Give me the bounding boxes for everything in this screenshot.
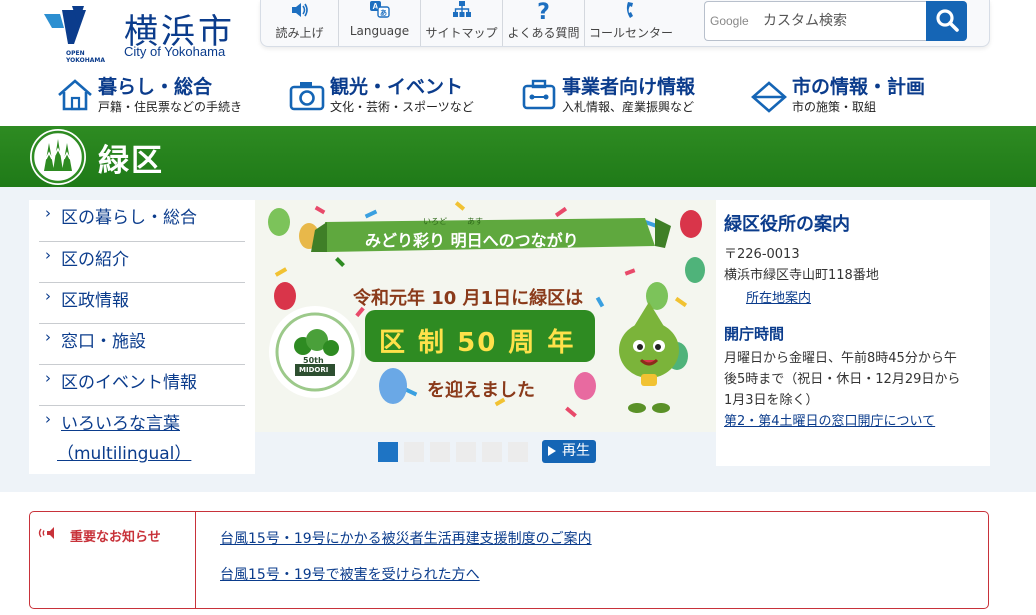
- search-input[interactable]: [704, 1, 926, 41]
- office-postal: 〒226-0013: [724, 247, 800, 262]
- sitemap-icon: [421, 0, 502, 24]
- notice-link-1[interactable]: 台風15号・19号にかかる被災者生活再建支援制度のご案内: [220, 528, 592, 548]
- office-saturday-link[interactable]: 第2・第4土曜日の窓口開庁について: [724, 414, 935, 429]
- carousel-dot-3[interactable]: [430, 442, 450, 462]
- tool-language[interactable]: Aあ Language: [339, 0, 421, 46]
- side-item-events[interactable]: › 区のイベント情報: [39, 365, 245, 406]
- office-hours-1: 月曜日から金曜日、午前8時45分から午: [724, 351, 957, 366]
- diamond-icon: [751, 81, 787, 113]
- side-item-introduction[interactable]: › 区の紹介: [39, 242, 245, 283]
- carousel-dot-6[interactable]: [508, 442, 528, 462]
- tool-read-aloud[interactable]: 読み上げ: [261, 0, 339, 46]
- search-icon: [935, 8, 959, 32]
- logo-city-name-en: City of Yokohama: [124, 44, 226, 59]
- business-icon: [522, 79, 556, 110]
- gnav-tourism[interactable]: 観光・イベント 文化・芸術・スポーツなど: [288, 70, 498, 120]
- camera-icon: [289, 82, 325, 111]
- office-hours-2: 後5時まで（祝日・休日・12月29日から: [724, 372, 961, 387]
- house-icon: [58, 79, 92, 111]
- chevron-right-icon: ›: [45, 287, 51, 305]
- phone-icon: [585, 0, 677, 24]
- search-button[interactable]: [926, 1, 967, 41]
- question-icon: ?: [537, 0, 550, 25]
- chevron-right-icon: ›: [45, 246, 51, 264]
- ward-title: 緑区: [98, 143, 164, 179]
- chevron-right-icon: ›: [45, 369, 51, 387]
- carousel-play-button[interactable]: 再生: [542, 440, 596, 463]
- side-item-facilities[interactable]: › 窓口・施設: [39, 324, 245, 365]
- gnav-living[interactable]: 暮らし・総合 戸籍・住民票などの手続き: [56, 70, 266, 120]
- side-item-administration[interactable]: › 区政情報: [39, 283, 245, 324]
- svg-text:あ: あ: [380, 8, 387, 17]
- slide-ruby-2: あす: [467, 217, 483, 226]
- carousel-slide[interactable]: いろど あす みどり彩り 明日へのつながり 令和元年 10 月1日に緑区は 区 …: [255, 200, 716, 432]
- notice-link-2[interactable]: 台風15号・19号で被害を受けられた方へ: [220, 564, 480, 584]
- carousel-dot-5[interactable]: [482, 442, 502, 462]
- slide-ribbon-text: みどり彩り 明日へのつながり: [365, 231, 579, 250]
- slide-badge-top: 50th: [303, 356, 324, 365]
- carousel-dot-2[interactable]: [404, 442, 424, 462]
- slide-big-text: 区 制 50 周 年: [379, 328, 576, 358]
- notice-title: 重要なお知らせ: [70, 530, 161, 545]
- office-address: 横浜市緑区寺山町118番地: [724, 268, 879, 283]
- site-search: Google: [704, 1, 967, 41]
- office-hours-title: 開庁時間: [724, 325, 785, 343]
- tool-sitemap[interactable]: サイトマップ: [421, 0, 503, 46]
- office-hours-3: 1月3日を除く）: [724, 393, 819, 408]
- office-title: 緑区役所の案内: [724, 214, 850, 235]
- gnav-business[interactable]: 事業者向け情報 入札情報、産業振興など: [520, 70, 730, 120]
- carousel-dot-1[interactable]: [378, 442, 398, 462]
- slide-line-1: 令和元年 10 月1日に緑区は: [353, 288, 584, 309]
- slide-badge-bottom: MIDORI: [299, 366, 329, 374]
- ward-office-info: 緑区役所の案内 〒226-0013 横浜市緑区寺山町118番地 所在地案内 開庁…: [716, 200, 990, 466]
- ward-banner: 緑区: [0, 126, 1036, 187]
- speaker-icon: [261, 0, 338, 24]
- global-nav: 暮らし・総合 戸籍・住民票などの手続き 観光・イベント 文化・芸術・スポーツなど…: [0, 62, 1036, 122]
- tool-call-center[interactable]: コールセンター: [585, 0, 677, 46]
- notice-header: 重要なお知らせ: [30, 512, 196, 608]
- chevron-right-icon: ›: [45, 410, 51, 428]
- carousel-dot-4[interactable]: [456, 442, 476, 462]
- side-item-multilingual[interactable]: › いろいろな言葉 （multilingual）: [39, 406, 245, 470]
- office-map-link[interactable]: 所在地案内: [746, 291, 811, 306]
- chevron-right-icon: ›: [45, 328, 51, 346]
- ward-side-menu: › 区の暮らし・総合 › 区の紹介 › 区政情報 › 窓口・施設 › 区のイベン…: [29, 200, 255, 474]
- language-icon: Aあ: [339, 0, 420, 24]
- ward-emblem-icon: [30, 129, 86, 185]
- alert-speaker-icon: [38, 526, 62, 544]
- tool-faq[interactable]: ? よくある質問: [503, 0, 585, 46]
- yokohama-logo[interactable]: OPEN YOKOHAMA 横浜市 City of Yokohama: [42, 6, 242, 64]
- gnav-city-info[interactable]: 市の情報・計画 市の施策・取組: [750, 70, 960, 120]
- yokohama-logo-mark-icon: [44, 6, 86, 44]
- side-item-living[interactable]: › 区の暮らし・総合: [39, 204, 245, 242]
- slide-line-3: を迎えました: [427, 380, 535, 401]
- chevron-right-icon: ›: [45, 204, 51, 222]
- important-notice: 重要なお知らせ 台風15号・19号にかかる被災者生活再建支援制度のご案内 台風1…: [29, 511, 989, 609]
- slide-ruby-1: いろど: [423, 217, 447, 226]
